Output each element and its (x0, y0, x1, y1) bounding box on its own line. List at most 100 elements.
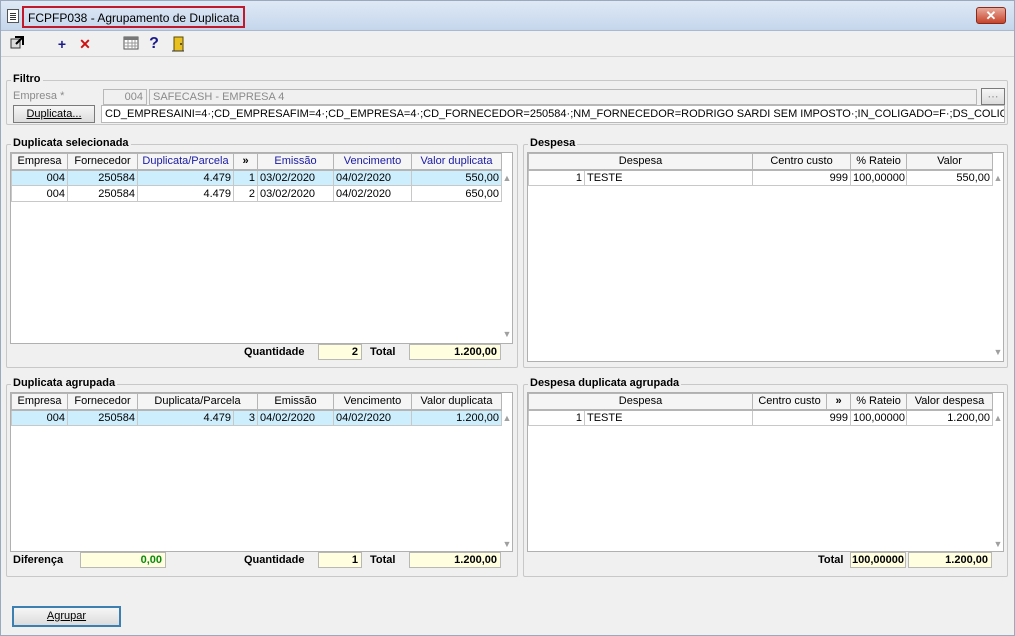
dup-agr-quantidade-label: Quantidade (244, 554, 305, 566)
col-emissao[interactable]: Emissão (257, 153, 334, 171)
filtro-legend: Filtro (11, 73, 43, 85)
cell-empresa: 004 (11, 169, 68, 186)
scroll-down-icon[interactable]: ▼ (992, 347, 1003, 357)
dup-sel-header: Empresa Fornecedor Duplicata/Parcela » E… (11, 153, 502, 171)
col-despesa[interactable]: Despesa (528, 153, 754, 171)
calendar-icon[interactable] (123, 36, 139, 52)
dup-sel-total-label: Total (370, 346, 396, 358)
duplicata-button[interactable]: Duplicata... (13, 105, 95, 123)
col-valor-duplicata[interactable]: Valor duplicata (411, 393, 502, 411)
col-valor-despesa[interactable]: Valor despesa (906, 393, 994, 411)
cell-centro: 999 (752, 169, 852, 186)
close-button[interactable]: ✕ (976, 7, 1006, 24)
cell-fornecedor: 250584 (67, 409, 138, 426)
cell-empresa: 004 (11, 409, 68, 426)
cell-valor: 1.200,00 (906, 409, 994, 426)
agrupar-button[interactable]: Agrupar (12, 606, 121, 627)
dup-sel-quantidade-field: 2 (318, 344, 362, 360)
cell-vencimento: 04/02/2020 (333, 185, 412, 202)
cell-fornecedor: 250584 (67, 185, 138, 202)
col-valor[interactable]: Valor (906, 153, 994, 171)
table-row[interactable]: 1 TESTE 999 100,00000 1.200,00 (528, 409, 994, 426)
col-fornecedor[interactable]: Fornecedor (67, 153, 138, 171)
dup-sel-quantidade-label: Quantidade (244, 346, 305, 358)
scroll-down-icon[interactable]: ▼ (501, 329, 512, 339)
col-fornecedor[interactable]: Fornecedor (67, 393, 138, 411)
col-rateio[interactable]: % Rateio (850, 393, 908, 411)
dup-agr-header: Empresa Fornecedor Duplicata/Parcela Emi… (11, 393, 502, 411)
duplicata-button-label: Duplicata... (26, 108, 82, 120)
col-duplicata-parcela[interactable]: Duplicata/Parcela (137, 393, 258, 411)
col-empresa[interactable]: Empresa (11, 393, 68, 411)
empresa-code-field: 004 (103, 89, 147, 105)
scroll-down-icon[interactable]: ▼ (992, 539, 1003, 549)
title-bar: FCPFP038 - Agrupamento de Duplicata ✕ (1, 1, 1014, 31)
desp-agr-header: Despesa Centro custo » % Rateio Valor de… (528, 393, 994, 411)
despesa-grid[interactable]: Despesa Centro custo % Rateio Valor 1 TE… (527, 152, 1004, 362)
add-icon[interactable]: + (54, 36, 70, 52)
scroll-up-icon[interactable]: ▲ (501, 413, 512, 423)
col-rateio[interactable]: % Rateio (850, 153, 908, 171)
dup-sel-legend: Duplicata selecionada (11, 137, 131, 149)
empresa-name-field: SAFECASH - EMPRESA 4 (149, 89, 977, 105)
cell-empresa: 004 (11, 185, 68, 202)
export-icon[interactable] (9, 36, 25, 52)
agrupar-button-label: Agrupar (46, 610, 87, 622)
main-window: FCPFP038 - Agrupamento de Duplicata ✕ + … (0, 0, 1015, 636)
scroll-up-icon[interactable]: ▲ (992, 413, 1003, 423)
cell-rateio: 100,00000 (850, 409, 908, 426)
scroll-up-icon[interactable]: ▲ (992, 173, 1003, 183)
col-centro-custo[interactable]: Centro custo (752, 153, 852, 171)
cell-parcela: 1 (233, 169, 258, 186)
col-expand[interactable]: » (233, 153, 258, 171)
cell-valor: 550,00 (906, 169, 994, 186)
cell-valor: 650,00 (411, 185, 502, 202)
empresa-label: Empresa * (13, 90, 65, 102)
cell-vencimento: 04/02/2020 (333, 409, 412, 426)
cell-duplicata: 4.479 (137, 185, 234, 202)
desp-agr-total-rateio-field: 100,00000 (850, 552, 906, 568)
dup-agr-grid[interactable]: Empresa Fornecedor Duplicata/Parcela Emi… (10, 392, 513, 552)
table-row[interactable]: 004 250584 4.479 1 03/02/2020 04/02/2020… (11, 169, 502, 186)
col-vencimento[interactable]: Vencimento (333, 153, 412, 171)
table-row[interactable]: 004 250584 4.479 3 04/02/2020 04/02/2020… (11, 409, 502, 426)
col-expand[interactable]: » (826, 393, 852, 411)
dup-agr-total-field: 1.200,00 (409, 552, 501, 568)
cell-despesa: TESTE (583, 169, 754, 186)
dup-sel-total-field: 1.200,00 (409, 344, 501, 360)
cell-emissao: 03/02/2020 (257, 185, 334, 202)
cell-fornecedor: 250584 (67, 169, 138, 186)
despesa-header: Despesa Centro custo % Rateio Valor (528, 153, 994, 171)
desp-agr-total-valor-field: 1.200,00 (908, 552, 992, 568)
diferenca-label: Diferença (13, 554, 64, 566)
col-empresa[interactable]: Empresa (11, 153, 68, 171)
col-vencimento[interactable]: Vencimento (333, 393, 412, 411)
table-row[interactable]: 1 TESTE 999 100,00000 550,00 (528, 169, 994, 186)
duplicata-filter-field[interactable]: CD_EMPRESAINI=4·;CD_EMPRESAFIM=4·;CD_EMP… (101, 105, 1005, 123)
cell-duplicata: 4.479 (137, 409, 234, 426)
empresa-lookup-button[interactable]: ⋯ (981, 88, 1005, 105)
col-valor-duplicata[interactable]: Valor duplicata (411, 153, 502, 171)
delete-icon[interactable]: ✕ (77, 36, 93, 52)
cell-parcela: 2 (233, 185, 258, 202)
dup-agr-quantidade-field: 1 (318, 552, 362, 568)
col-emissao[interactable]: Emissão (257, 393, 334, 411)
exit-door-icon[interactable] (170, 36, 186, 52)
dup-sel-grid[interactable]: Empresa Fornecedor Duplicata/Parcela » E… (10, 152, 513, 344)
cell-codigo: 1 (528, 169, 585, 186)
cell-despesa: TESTE (583, 409, 754, 426)
scroll-down-icon[interactable]: ▼ (501, 539, 512, 549)
scroll-up-icon[interactable]: ▲ (501, 173, 512, 183)
cell-rateio: 100,00000 (850, 169, 908, 186)
cell-valor: 550,00 (411, 169, 502, 186)
cell-codigo: 1 (528, 409, 585, 426)
col-despesa[interactable]: Despesa (528, 393, 754, 411)
table-row[interactable]: 004 250584 4.479 2 03/02/2020 04/02/2020… (11, 185, 502, 202)
col-duplicata-parcela[interactable]: Duplicata/Parcela (137, 153, 234, 171)
cell-emissao: 04/02/2020 (257, 409, 334, 426)
dup-agr-total-label: Total (370, 554, 396, 566)
col-centro-custo[interactable]: Centro custo (752, 393, 828, 411)
help-icon[interactable]: ? (146, 36, 162, 52)
window-title: FCPFP038 - Agrupamento de Duplicata (22, 6, 246, 28)
desp-agr-grid[interactable]: Despesa Centro custo » % Rateio Valor de… (527, 392, 1004, 552)
